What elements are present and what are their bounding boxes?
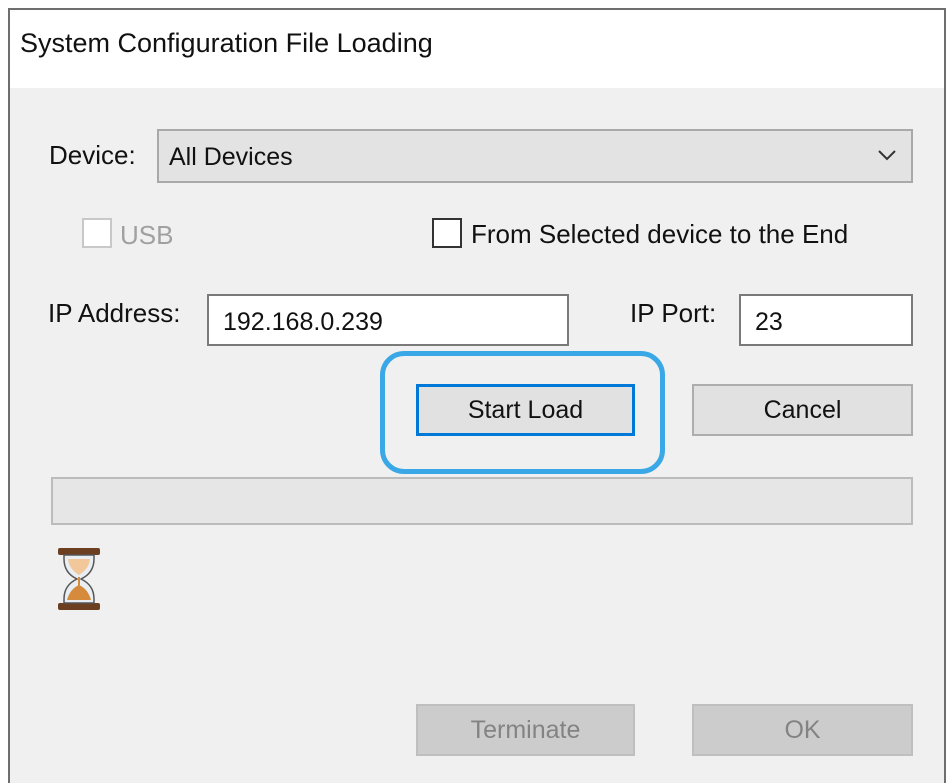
usb-checkbox[interactable] — [82, 218, 112, 248]
title-bar: System Configuration File Loading — [10, 10, 944, 88]
progress-bar — [51, 477, 913, 525]
ip-port-field[interactable]: 23 — [739, 294, 913, 346]
window-title: System Configuration File Loading — [20, 28, 433, 58]
hourglass-icon — [58, 548, 100, 610]
device-label: Device: — [49, 140, 136, 170]
device-dropdown-value: All Devices — [169, 143, 293, 171]
usb-label: USB — [120, 220, 174, 250]
cancel-button[interactable]: Cancel — [692, 384, 913, 436]
device-dropdown[interactable]: All Devices — [157, 129, 913, 183]
ip-port-label: IP Port: — [630, 298, 717, 328]
from-selected-label: From Selected device to the End — [471, 219, 849, 249]
ip-port-value: 23 — [755, 308, 783, 336]
from-selected-checkbox[interactable] — [432, 218, 462, 248]
terminate-button[interactable]: Terminate — [416, 704, 635, 756]
start-load-button[interactable]: Start Load — [416, 384, 635, 436]
ok-button[interactable]: OK — [692, 704, 913, 756]
dialog-window: System Configuration File Loading Device… — [8, 8, 946, 783]
ip-address-label: IP Address: — [48, 298, 181, 328]
screenshot-stage: System Configuration File Loading Device… — [0, 0, 948, 783]
ip-address-value: 192.168.0.239 — [223, 308, 383, 336]
chevron-down-icon — [878, 150, 896, 161]
ip-address-field[interactable]: 192.168.0.239 — [207, 294, 569, 346]
